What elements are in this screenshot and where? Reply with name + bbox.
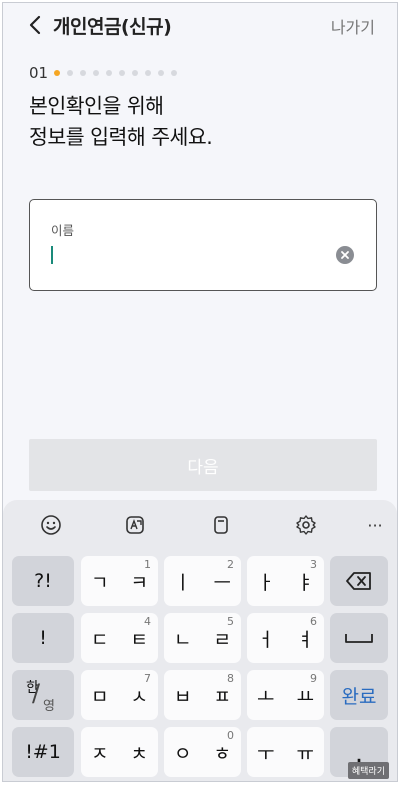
step-dot [132,70,139,76]
step-dot [158,70,165,76]
step-dot [67,70,74,76]
key-label: ㅓ ㅕ [257,628,322,651]
name-field-label: 이름 [51,223,75,238]
next-button[interactable]: 다음 [29,439,377,491]
key-u-yu[interactable]: ㅜ ㅠ [247,727,324,777]
language-switch-key[interactable]: 한 / 영 [12,670,74,720]
key-number: 5 [227,615,234,628]
key-a-ya[interactable]: ㅏ ㅑ3 [247,556,324,606]
key-label: ㅂ ㅍ [174,685,239,708]
key-nieun[interactable]: ㄴ ㄹ5 [164,613,241,663]
step-dot [80,70,87,76]
header: 개인연금(신규) 나가기 [3,3,397,47]
text-cursor [51,246,53,264]
key-mieum[interactable]: ㅁ ㅅ7 [81,670,158,720]
key-eo-yeo[interactable]: ㅓ ㅕ6 [247,613,324,663]
backspace-key[interactable] [330,556,388,606]
back-arrow-icon[interactable] [25,14,47,36]
key-label: ㅈ ㅊ [91,742,156,765]
key-label: ㄷ ㅌ [91,628,156,651]
key-number: 1 [144,558,151,571]
key-number: 9 [310,672,317,685]
key-number: 6 [310,615,317,628]
exit-button[interactable]: 나가기 [331,14,375,38]
key-number: 4 [144,615,151,628]
emoji-icon[interactable] [36,510,66,540]
key-number: 8 [227,672,234,685]
space-icon [345,634,373,643]
key-ieung[interactable]: ㅇ ㅎ0 [164,727,241,777]
more-icon[interactable]: ··· [360,510,390,540]
key-symbols[interactable]: ?! [12,556,74,606]
done-key[interactable]: 완료 [330,670,388,720]
key-digeut[interactable]: ㄷ ㅌ4 [81,613,158,663]
key-label: ㄴ ㄹ [174,628,239,651]
language-eng: 영 [43,699,55,714]
key-number: 0 [227,729,234,742]
key-label: ㄱ ㅋ [91,571,156,594]
clear-icon[interactable] [336,246,354,264]
instruction-heading: 본인확인을 위해 정보를 입력해 주세요. [29,91,213,153]
keyboard: ··· ?! ㄱ ㅋ1 ㅣ ㅡ2 ㅏ ㅑ3 ! ㄷ ㅌ4 ㄴ ㄹ5 ㅓ ㅕ6 한… [3,500,397,781]
language-switch-glyph: 한 / 영 [23,675,63,715]
heading-line-2: 정보를 입력해 주세요. [29,125,213,149]
backspace-icon [346,572,371,590]
key-number-mode[interactable]: !#1 [12,727,74,777]
key-number: 3 [310,558,317,571]
heading-line-1: 본인확인을 위해 [29,94,164,118]
watermark: 혜택라기 [347,762,389,779]
key-giyeok[interactable]: ㄱ ㅋ1 [81,556,158,606]
step-dot [54,70,61,76]
name-field[interactable]: 이름 [29,199,377,291]
step-dot [119,70,126,76]
key-bieup[interactable]: ㅂ ㅍ8 [164,670,241,720]
key-number: 7 [144,672,151,685]
key-label: ㅇ ㅎ [174,742,239,765]
clipboard-icon[interactable] [206,510,236,540]
step-dot [106,70,113,76]
step-dot [171,70,178,76]
key-label: ㅗ ㅛ [257,685,322,708]
text-recognition-icon[interactable] [120,510,150,540]
key-label: ㅣ ㅡ [174,571,239,594]
key-label: ㅁ ㅅ [91,685,156,708]
key-jieut[interactable]: ㅈ ㅊ [81,727,158,777]
step-dot [145,70,152,76]
step-indicator: 01 [29,64,184,82]
key-o-yo[interactable]: ㅗ ㅛ9 [247,670,324,720]
step-number: 01 [29,64,49,82]
key-exclamation[interactable]: ! [12,613,74,663]
key-label: ㅜ ㅠ [257,742,322,765]
key-label: ㅏ ㅑ [257,571,322,594]
key-number: 2 [227,558,234,571]
page-title: 개인연금(신규) [53,16,172,38]
language-slash: / [32,679,41,707]
space-key[interactable] [330,613,388,663]
settings-icon[interactable] [291,510,321,540]
app-screen: 개인연금(신규) 나가기 01 본인확인을 위해 정보를 입력해 주세요. 이름… [2,2,398,782]
step-dot [93,70,100,76]
key-i-eu[interactable]: ㅣ ㅡ2 [164,556,241,606]
